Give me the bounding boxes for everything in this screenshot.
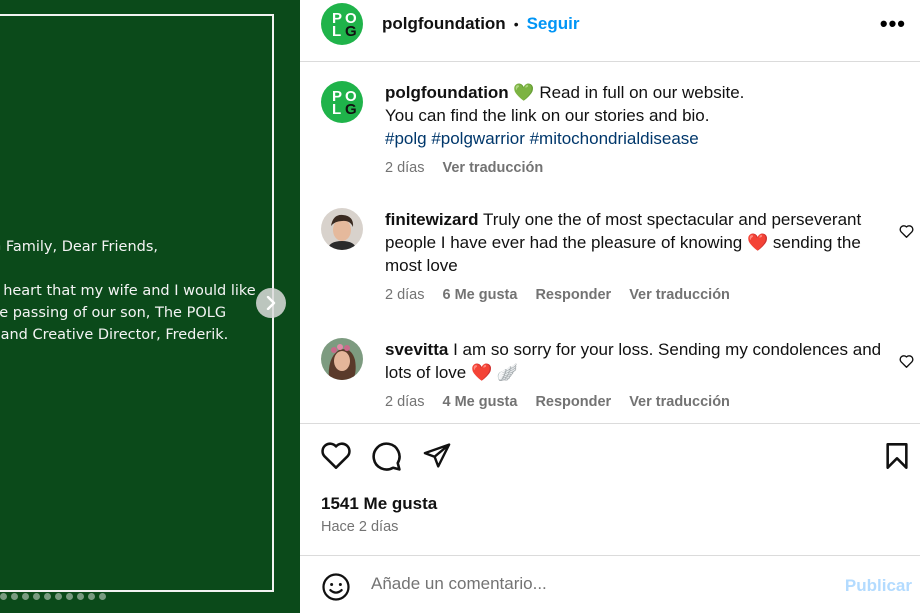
timestamp[interactable]: 2 días xyxy=(385,391,425,414)
avatar[interactable] xyxy=(321,338,363,380)
carousel-dot xyxy=(44,593,51,600)
comment-meta: 2 días 6 Me gusta Responder Ver traducci… xyxy=(385,284,885,307)
comment-meta: 2 días 4 Me gusta Responder Ver traducci… xyxy=(385,391,885,414)
comment-input[interactable] xyxy=(371,572,811,596)
caption-line: You can find the link on our stories and… xyxy=(385,106,710,125)
avatar[interactable] xyxy=(321,208,363,250)
post-image: G Family, Dear Friends, y heart that my … xyxy=(0,0,300,613)
letter-line: y heart that my wife and I would like xyxy=(0,283,256,299)
smiley-icon[interactable] xyxy=(321,572,351,602)
carousel-dot xyxy=(99,593,106,600)
caption-text: polgfoundation 💚 Read in full on our web… xyxy=(385,81,885,180)
avatar[interactable]: P O L G xyxy=(321,81,363,123)
carousel-dot xyxy=(11,593,18,600)
letter-line: r and Creative Director, Frederik. xyxy=(0,327,229,343)
carousel-dot xyxy=(77,593,84,600)
carousel-dots xyxy=(0,593,106,600)
comment-like-icon[interactable] xyxy=(899,354,914,368)
translate-link[interactable]: Ver traducción xyxy=(443,157,544,180)
logo-letter: L xyxy=(332,23,342,40)
logo-letter: L xyxy=(332,101,342,118)
more-options-icon[interactable]: ••• xyxy=(880,11,906,37)
avatar[interactable]: P O L G xyxy=(321,3,363,45)
green-heart-emoji: 💚 xyxy=(513,83,535,102)
red-heart-emoji: ❤️ xyxy=(471,363,493,382)
user-photo xyxy=(321,208,363,250)
comment-likes[interactable]: 4 Me gusta xyxy=(443,391,518,414)
post-actions xyxy=(320,440,908,474)
letter-line: G Family, Dear Friends, xyxy=(0,239,159,255)
comment-text: finitewizard Truly one the of most spect… xyxy=(385,208,885,307)
comment-like-icon[interactable] xyxy=(899,224,914,238)
separator: • xyxy=(513,16,519,32)
timestamp[interactable]: 2 días xyxy=(385,157,425,180)
comment-composer: Publicar xyxy=(300,556,920,613)
carousel-dot xyxy=(88,593,95,600)
publish-button[interactable]: Publicar xyxy=(845,576,912,596)
caption-username[interactable]: polgfoundation xyxy=(385,83,509,102)
comment-icon[interactable] xyxy=(371,441,402,472)
comments-list[interactable]: P O L G polgfoundation 💚 Read in full on… xyxy=(300,62,920,423)
divider xyxy=(300,423,920,424)
follow-button[interactable]: Seguir xyxy=(527,14,580,34)
post-header: P O L G polgfoundation • Seguir ••• xyxy=(321,3,920,45)
timestamp[interactable]: 2 días xyxy=(385,284,425,307)
letter-line: he passing of our son, The POLG xyxy=(0,305,227,321)
likes-count[interactable]: 1541 Me gusta xyxy=(321,494,437,514)
post-side-panel: P O L G polgfoundation • Seguir ••• P O … xyxy=(300,0,920,613)
logo-letter: G xyxy=(345,23,357,40)
chevron-right-icon xyxy=(266,296,276,310)
post-time[interactable]: Hace 2 días xyxy=(321,519,398,535)
carousel-dot xyxy=(22,593,29,600)
wing-emoji: 🪽 xyxy=(496,363,519,382)
caption-line: Read in full on our website. xyxy=(539,83,745,102)
user-photo xyxy=(321,338,363,380)
username-link[interactable]: polgfoundation xyxy=(382,14,506,34)
carousel-dot xyxy=(55,593,62,600)
send-icon[interactable] xyxy=(422,441,452,470)
carousel-dot xyxy=(66,593,73,600)
comment-text: svevitta I am so sorry for your loss. Se… xyxy=(385,338,885,414)
reply-button[interactable]: Responder xyxy=(535,391,611,414)
heart-icon[interactable] xyxy=(320,440,352,470)
letter-text: G Family, Dear Friends, y heart that my … xyxy=(0,236,260,346)
bookmark-icon[interactable] xyxy=(885,442,909,470)
carousel-dot xyxy=(0,593,7,600)
comment-likes[interactable]: 6 Me gusta xyxy=(443,284,518,307)
hashtags[interactable]: #polg #polgwarrior #mitochondrialdisease xyxy=(385,129,699,148)
translate-link[interactable]: Ver traducción xyxy=(629,391,730,414)
comment-username[interactable]: finitewizard xyxy=(385,210,479,229)
red-heart-emoji: ❤️ xyxy=(746,233,769,252)
logo-letter: G xyxy=(345,101,357,118)
next-slide-button[interactable] xyxy=(256,288,286,318)
carousel-dot xyxy=(33,593,40,600)
translate-link[interactable]: Ver traducción xyxy=(629,284,730,307)
comment-username[interactable]: svevitta xyxy=(385,340,448,359)
caption-meta: 2 días Ver traducción xyxy=(385,157,885,180)
reply-button[interactable]: Responder xyxy=(535,284,611,307)
comment-content: I am so sorry for your loss. Sending my … xyxy=(385,340,882,382)
